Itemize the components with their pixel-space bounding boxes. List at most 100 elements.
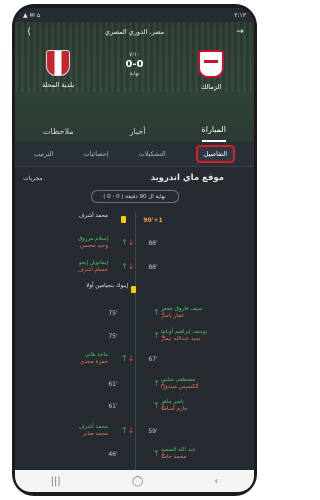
status-icons-left: ▲ ✉ ⌂ [23,11,41,19]
event-row: 61' ↑↓ ناصر ماهر حازم أسامة [15,399,254,417]
player-names: سيف فاروق جعفر عمار ياسر [161,306,202,320]
player-name: محمد حامد [161,454,187,460]
player-names: محمد أشرف [79,213,108,220]
event-row: 88' ↑↓ إسلام مرزوق وحيد محسن [15,236,254,254]
player-name: ألكسيس ميندوزا [161,384,199,390]
player-name: ماجد هاني [84,352,108,358]
home-team-name: الزمالك [200,83,222,91]
player-name: حسام أشرف [77,267,108,273]
home-team[interactable]: الزمالك [186,50,236,91]
event-row: 67' ↑↓ ماجد هاني حمزة مجدي [15,352,254,370]
player-name: وحيد محسن [80,243,108,249]
event-minute: 61' [108,381,118,388]
player-name: سيد عبدالله نيمار [161,336,201,342]
player-name: محمد صابر [82,431,108,437]
player-names: إسلام مرزوق وحيد محسن [78,236,108,250]
player-name: محمد أشرف [78,424,108,430]
events-label: مجريات [23,174,43,182]
substitution-icon: ↑↓ [121,354,135,363]
player-name: ناصر ماهر [161,399,185,405]
substitution-icon: ↑↓ [153,401,167,410]
subtab-stats[interactable]: إحصائيات [83,150,108,158]
main-tabs: ملاحظات أخبار المباراة [15,110,254,142]
details-title: موقع ماي اندرويد [150,173,224,183]
player-names: ماجد هاني حمزة مجدي [80,352,108,366]
player-name: عمار ياسر [161,313,185,319]
share-icon[interactable]: ⟨ [23,26,35,38]
player-name: إيبوك بنجيامين أولا [86,283,128,289]
round-label: ٧/١٠ [129,52,140,58]
substitution-icon: ↑↓ [153,308,167,317]
player-names: عبد الله السعيد محمد حامد [161,447,196,461]
event-minute: 88' [148,240,158,247]
league-name: مصر، الدوري المصري [104,28,165,36]
player-name: عبد الله السعيد [161,447,196,453]
player-names: ناصر ماهر حازم أسامة [161,399,188,413]
yellow-card-icon [131,286,136,293]
subtab-lineups[interactable]: التشكيلات [139,150,166,158]
match-state: نهاية [129,71,140,77]
home-team-crest [197,50,224,78]
score-block: ٧/١٠ 0-0 نهاية [125,52,143,91]
substitution-icon: ↑↓ [153,331,167,340]
substitution-icon: ↑↓ [121,238,135,247]
event-minute: 46' [108,451,118,458]
substitution-icon: ↑↓ [121,426,135,435]
player-name: حازم أسامة [161,406,188,412]
event-minute: 90'+1 [143,217,163,224]
event-minute: 61' [108,403,118,410]
back-button[interactable]: ‹ [214,476,218,487]
player-names: يوسف إبراهيم أوباما سيد عبدالله نيمار [161,329,207,343]
player-names: إيبوك بنجيامين أولا [86,283,128,290]
away-team-crest [46,50,70,76]
events-timeline[interactable]: 90'+1 محمد أشرف 88' ↑↓ إسلام مرزوق وحيد محسن 8… [15,211,254,492]
event-minute: 75' [108,310,118,317]
substitution-icon: ↑↓ [153,379,167,388]
system-nav-bar: ||| ◯ ‹ [15,470,254,492]
event-row: 75' ↑↓ سيف فاروق جعفر عمار ياسر [15,306,254,324]
yellow-card-icon [121,216,126,223]
player-name: حمزة مجدي [80,359,108,365]
subtab-standings[interactable]: الترتيب [34,150,54,158]
player-name: يوسف إبراهيم أوباما [161,329,208,335]
substitution-icon: ↑↓ [153,449,167,458]
status-bar: ▲ ✉ ⌂ ٢:١٣ [15,8,254,22]
player-name: إيمانويل إيجو [78,260,108,266]
event-row: إيبوك بنجيامين أولا [15,283,254,301]
player-names: مصطفى شلبي ألكسيس ميندوزا [161,377,199,391]
tab-notes[interactable]: ملاحظات [43,127,74,142]
event-minute: 88' [148,264,158,271]
substitution-icon: ↑↓ [121,262,135,271]
away-team[interactable]: بلدية المحلة [33,50,83,91]
recent-apps-button[interactable]: ||| [51,476,61,487]
event-row: 88' ↑↓ إيمانويل إيجو حسام أشرف [15,260,254,278]
player-names: محمد أشرف محمد صابر [79,424,108,438]
app-screen: ▲ ✉ ⌂ ٢:١٣ ⟨ مصر، الدوري المصري → بلدية … [15,8,254,492]
event-minute: 67' [148,356,158,363]
details-panel: مجريات موقع ماي اندرويد نهاية ال 90 دقيق… [15,167,254,492]
match-header: ⟨ مصر، الدوري المصري → بلدية المحلة ٧/١٠… [15,22,254,142]
event-minute: 75' [108,333,118,340]
top-bar: ⟨ مصر، الدوري المصري → [15,24,254,40]
event-row: 90'+1 محمد أشرف [15,213,254,231]
event-row: 59' ↑↓ محمد أشرف محمد صابر [15,424,254,442]
player-name: مصطفى شلبي [161,377,196,383]
player-names: إيمانويل إيجو حسام أشرف [78,260,108,274]
player-name: إسلام مرزوق [77,236,108,242]
details-header: مجريات موقع ماي اندرويد [15,167,254,183]
sub-tabs: الترتيب إحصائيات التشكيلات التفاصيل [15,142,254,167]
back-arrow-icon[interactable]: → [234,26,246,38]
event-minute: 59' [148,428,158,435]
away-team-name: بلدية المحلة [41,81,75,89]
tab-match[interactable]: المباراة [201,125,226,142]
event-row: 46' ↑↓ عبد الله السعيد محمد حامد [15,447,254,465]
event-row: 61' ↑↓ مصطفى شلبي ألكسيس ميندوزا [15,377,254,395]
event-row: 75' ↑↓ يوسف إبراهيم أوباما سيد عبدالله نيما… [15,329,254,347]
score: 0-0 [125,59,144,70]
home-button[interactable]: ◯ [132,476,143,487]
status-time: ٢:١٣ [234,11,246,19]
subtab-details[interactable]: التفاصيل [195,145,236,163]
player-name: محمد أشرف [78,213,108,219]
tab-news[interactable]: أخبار [130,127,146,142]
teams-row: بلدية المحلة ٧/١٠ 0-0 نهاية الزمالك [15,50,254,91]
